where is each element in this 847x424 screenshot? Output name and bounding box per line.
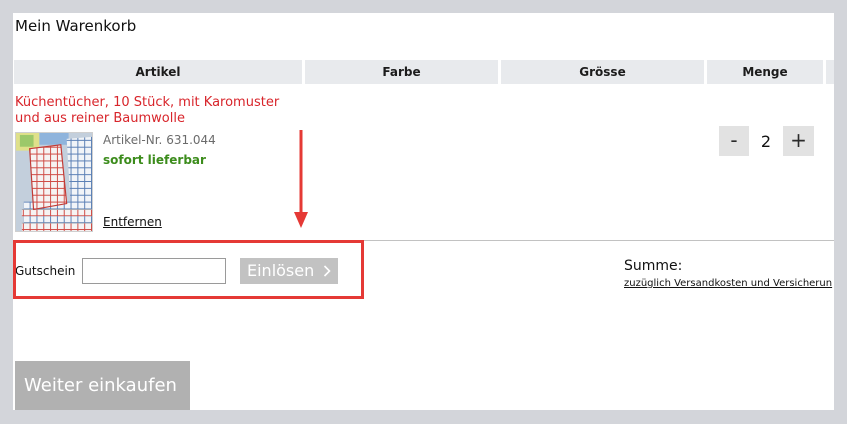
quantity-increment-button[interactable]: + — [783, 126, 814, 156]
product-title-link[interactable]: Küchentücher, 10 Stück, mit Karomuster u… — [15, 95, 300, 127]
shipping-costs-link[interactable]: zuzüglich Versandkosten und Versicherun — [624, 278, 832, 290]
remove-item-link[interactable]: Entfernen — [103, 214, 162, 230]
annotation-highlight-box — [13, 240, 364, 299]
annotation-arrow — [294, 130, 308, 228]
sum-label: Summe: — [624, 258, 683, 274]
quantity-decrement-button[interactable]: - — [719, 126, 749, 156]
cart-panel: Mein Warenkorb Artikel Farbe Grösse Meng… — [13, 13, 834, 410]
column-header-groesse: Grösse — [501, 60, 704, 84]
column-header-menge: Menge — [707, 60, 823, 84]
column-header-farbe: Farbe — [305, 60, 498, 84]
quantity-stepper: - + — [719, 126, 815, 156]
column-header-artikel: Artikel — [14, 60, 302, 84]
availability-status: sofort lieferbar — [103, 153, 206, 167]
product-image[interactable] — [15, 132, 93, 232]
article-number: Artikel-Nr. 631.044 — [103, 133, 216, 147]
column-header-extra — [826, 60, 834, 84]
kitchen-towels-product-image — [16, 133, 92, 231]
page-title: Mein Warenkorb — [15, 17, 137, 35]
continue-shopping-button[interactable]: Weiter einkaufen — [15, 361, 190, 410]
quantity-input[interactable] — [749, 126, 783, 156]
